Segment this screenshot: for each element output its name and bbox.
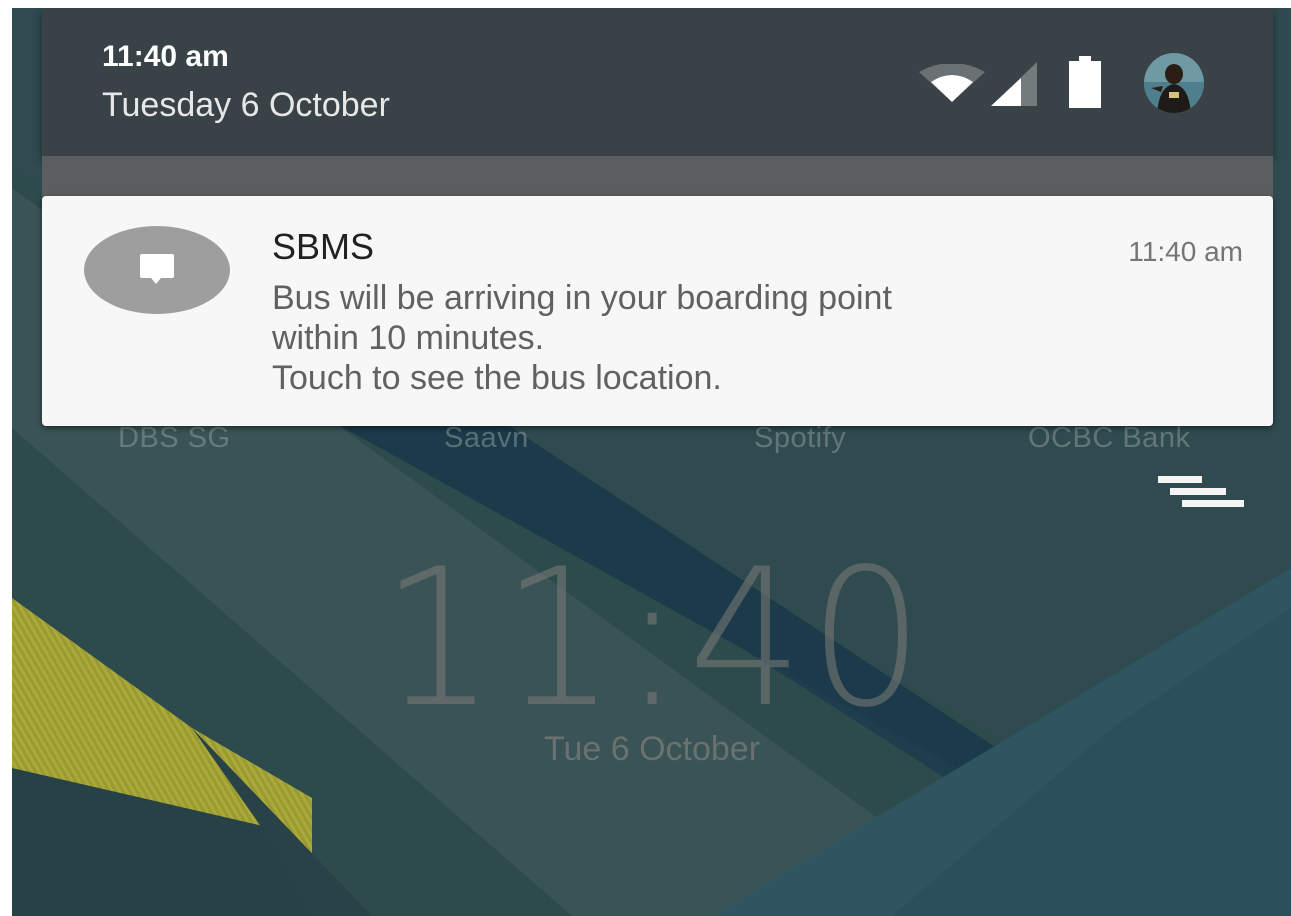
notification-title: SBMS	[272, 226, 375, 267]
notification-body-line: Bus will be arriving in your boarding po…	[272, 279, 892, 317]
home-app-ocbc-bank[interactable]: OCBC Bank	[1028, 422, 1190, 455]
dismiss-all-icon[interactable]	[1158, 476, 1244, 520]
battery-icon	[1069, 56, 1101, 108]
notification-body-line: within 10 minutes.	[272, 319, 545, 357]
notification-body-line: Touch to see the bus location.	[272, 359, 722, 397]
home-app-spotify[interactable]: Spotify	[754, 422, 846, 455]
home-app-saavn[interactable]: Saavn	[444, 422, 529, 455]
notification-time: 11:40 am	[1128, 236, 1243, 267]
header-date[interactable]: Tuesday 6 October	[102, 86, 390, 125]
home-app-dbs-sg[interactable]: DBS SG	[118, 422, 231, 455]
lock-screen: DBS SG Saavn Spotify OCBC Bank 11:40 Tue…	[12, 8, 1291, 916]
lockscreen-date: Tue 6 October	[543, 730, 761, 768]
status-icons	[897, 52, 1217, 114]
user-avatar[interactable]	[1143, 52, 1205, 114]
shade-divider	[42, 156, 1273, 198]
sbms-notification[interactable]: SBMS 11:40 am Bus will be arriving in yo…	[42, 196, 1273, 426]
wifi-icon	[919, 64, 985, 102]
header-time: 11:40 am	[102, 40, 229, 73]
notification-app-icon	[84, 226, 230, 314]
chat-bubble-icon	[140, 254, 174, 284]
lockscreen-clock: 11:40	[380, 528, 930, 749]
cellular-signal-icon	[991, 62, 1037, 106]
notification-body: Bus will be arriving in your boarding po…	[272, 278, 1252, 398]
notification-shade-header: 11:40 am Tuesday 6 October	[42, 8, 1273, 156]
